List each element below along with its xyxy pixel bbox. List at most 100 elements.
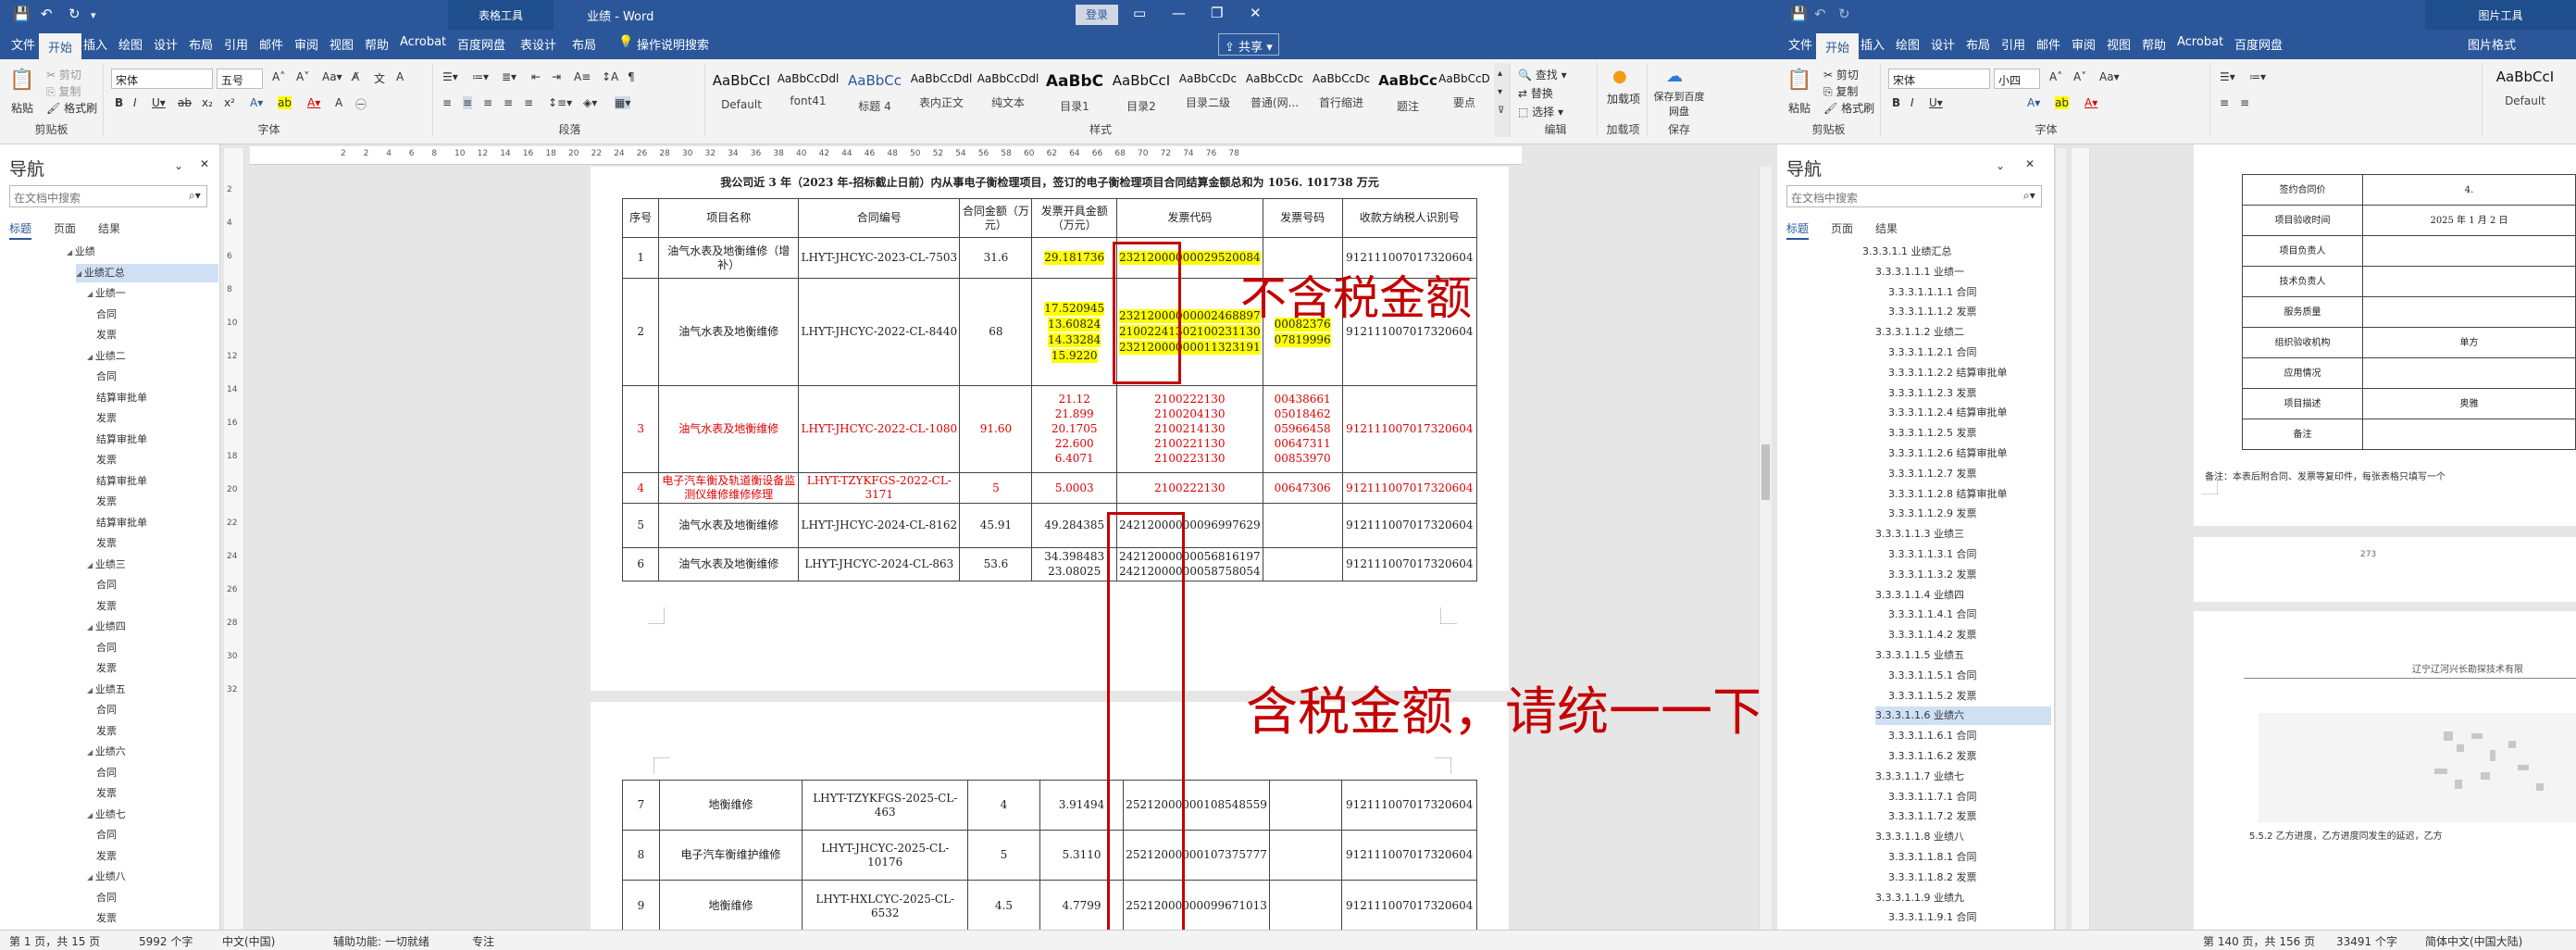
tab-references[interactable]: 引用 <box>2001 35 2025 53</box>
word-count[interactable]: 33491 个字 <box>2336 933 2397 949</box>
collapse-triangle-icon[interactable]: ◢ <box>87 873 95 881</box>
nav-tab-headings[interactable]: 标题 <box>9 220 32 240</box>
style-default[interactable]: AaBbCcI Default <box>2488 63 2562 119</box>
nav-item[interactable]: 3.3.3.1.1.1 业绩一 <box>1875 263 1964 281</box>
style-default[interactable]: AaBbCcI Default <box>709 67 774 122</box>
ribbon-display-icon[interactable]: ▭ <box>1133 5 1146 21</box>
nav-item[interactable]: 合同 <box>96 639 117 657</box>
tab-picture-format[interactable]: 图片格式 <box>2468 35 2516 53</box>
save-icon[interactable]: 💾 <box>13 6 31 22</box>
style-caption[interactable]: AaBbCc 题注 <box>1375 67 1440 122</box>
nav-item[interactable]: 合同 <box>96 576 117 594</box>
tab-insert[interactable]: 插入 <box>1860 35 1885 53</box>
search-icon[interactable]: ⌕▾ <box>2023 189 2035 203</box>
nav-item[interactable]: ◢ 业绩五 <box>87 681 126 699</box>
word-count[interactable]: 5992 个字 <box>139 933 193 949</box>
numbering-icon[interactable]: ≔▾ <box>2249 70 2266 83</box>
underline-icon[interactable]: U▾ <box>1929 96 1943 109</box>
tab-references[interactable]: 引用 <box>224 35 248 53</box>
style-toc1[interactable]: AaBbC 目录1 <box>1042 67 1107 122</box>
style-font41[interactable]: AaBbCcDdl font41 <box>776 67 840 122</box>
qat-more-icon[interactable]: ▾ <box>91 9 96 21</box>
language[interactable]: 简体中文(中国大陆) <box>2425 933 2522 949</box>
tab-draw[interactable]: 绘图 <box>1896 35 1920 53</box>
nav-item[interactable]: 发票 <box>96 722 117 741</box>
vertical-scrollbar[interactable] <box>1759 167 1772 930</box>
nav-item[interactable]: 3.3.3.1.1.6.1 合同 <box>1888 727 1976 745</box>
tab-baidu-netdisk[interactable]: 百度网盘 <box>2234 35 2283 53</box>
paste-button[interactable]: 粘贴 <box>11 100 33 116</box>
nav-item[interactable]: 3.3.3.1.1.2.3 发票 <box>1888 384 1976 403</box>
paste-icon[interactable]: 📋 <box>9 69 34 92</box>
nav-tab-pages[interactable]: 页面 <box>1831 220 1853 236</box>
nav-item[interactable]: 3.3.3.1.1.2.4 结算审批单 <box>1888 404 2007 422</box>
nav-item[interactable]: 合同 <box>96 368 117 386</box>
collapse-triangle-icon[interactable]: ◢ <box>87 353 95 361</box>
tab-baidu-netdisk[interactable]: 百度网盘 <box>457 35 505 53</box>
nav-item[interactable]: 3.3.3.1.1.2.8 结算审批单 <box>1888 485 2007 504</box>
nav-item[interactable]: 合同 <box>96 306 117 324</box>
collapse-triangle-icon[interactable]: ◢ <box>87 290 95 298</box>
font-color-icon[interactable]: A▾ <box>307 96 320 109</box>
strikethrough-icon[interactable]: ab <box>178 96 192 109</box>
nav-item[interactable]: 发票 <box>96 847 117 866</box>
nav-item[interactable]: 3.3.3.1.1.4.1 合同 <box>1888 606 1976 624</box>
nav-search-input[interactable]: 在文档中搜索 <box>1786 185 2042 207</box>
text-effects-icon[interactable]: A▾ <box>2027 96 2040 109</box>
bold-icon[interactable]: B <box>1892 96 1900 109</box>
tab-home[interactable]: 开始 <box>1816 33 1860 59</box>
grow-font-icon[interactable]: A˄ <box>2049 70 2062 83</box>
nav-tab-headings[interactable]: 标题 <box>1786 220 1810 240</box>
page-count[interactable]: 第 1 页，共 15 页 <box>9 933 100 949</box>
nav-item[interactable]: 发票 <box>96 659 117 678</box>
style-key-point[interactable]: AaBbCcD 要点 <box>1438 67 1490 122</box>
tab-help[interactable]: 帮助 <box>2142 35 2166 53</box>
superscript-icon[interactable]: x² <box>224 96 235 109</box>
nav-item[interactable]: 3.3.3.1.1.3.1 合同 <box>1888 545 1976 564</box>
style-normal-web[interactable]: AaBbCcDc 普通(网... <box>1242 67 1307 122</box>
nav-tab-results[interactable]: 结果 <box>98 220 120 236</box>
tab-design[interactable]: 设计 <box>1931 35 1955 53</box>
nav-item[interactable]: ◢ 业绩三 <box>87 556 126 574</box>
tab-acrobat[interactable]: Acrobat <box>2177 35 2223 49</box>
collapse-triangle-icon[interactable]: ◢ <box>67 248 75 256</box>
nav-item[interactable]: 3.3.3.1.1.2 业绩二 <box>1875 323 1964 342</box>
nav-options-icon[interactable]: ⌄ <box>174 159 183 172</box>
login-button[interactable]: 登录 <box>1076 5 1118 25</box>
nav-item[interactable]: ◢ 业绩二 <box>87 347 126 366</box>
nav-item[interactable]: 3.3.3.1.1.2.5 发票 <box>1888 424 1976 443</box>
nav-item[interactable]: 结算审批单 <box>96 389 147 407</box>
nav-item[interactable]: 3.3.3.1.1.5.2 发票 <box>1888 687 1976 706</box>
chevron-up-icon[interactable]: ▴ <box>1498 69 1502 79</box>
nav-item[interactable]: 3.3.3.1.1.9 业绩九 <box>1875 889 1964 907</box>
focus-mode[interactable]: 专注 <box>472 933 494 949</box>
paste-icon[interactable]: 📋 <box>1786 69 1811 92</box>
italic-icon[interactable]: I <box>133 96 137 109</box>
nav-item[interactable]: 3.3.3.1.1.9.1 合同 <box>1888 908 1976 927</box>
chinese-layout-icon[interactable]: A≡ <box>574 70 591 83</box>
nav-item[interactable]: 结算审批单 <box>96 472 147 491</box>
shrink-font-icon[interactable]: A˅ <box>2073 70 2086 83</box>
save-icon[interactable]: 💾 <box>1790 6 1808 22</box>
enclose-char-icon[interactable]: ㊀ <box>355 96 367 112</box>
paste-button[interactable]: 粘贴 <box>1788 100 1811 116</box>
nav-item[interactable]: 3.3.3.1.1.2.2 结算审批单 <box>1888 364 2007 382</box>
tab-mailings[interactable]: 邮件 <box>2036 35 2060 53</box>
change-case-icon[interactable]: Aa▾ <box>2099 70 2120 83</box>
nav-item[interactable]: 3.3.3.1.1.8.1 合同 <box>1888 848 1976 867</box>
clear-format-icon[interactable]: A̸ <box>352 70 359 83</box>
nav-scrollbar[interactable] <box>2055 148 2066 930</box>
grow-font-icon[interactable]: A˄ <box>272 70 285 83</box>
tab-design[interactable]: 设计 <box>154 35 178 53</box>
nav-item[interactable]: 3.3.3.1.1.4 业绩四 <box>1875 586 1964 605</box>
format-painter-button[interactable]: 🖌 格式刷 <box>1823 100 1874 116</box>
tab-layout[interactable]: 布局 <box>1966 35 1990 53</box>
shrink-font-icon[interactable]: A˅ <box>296 70 309 83</box>
format-painter-button[interactable]: 🖌 格式刷 <box>46 100 97 116</box>
accessibility-status[interactable]: 辅助功能: 一切就绪 <box>333 933 429 949</box>
borders-icon[interactable]: ▦▾ <box>615 96 631 109</box>
nav-close-icon[interactable]: ✕ <box>200 157 209 170</box>
nav-item[interactable]: 发票 <box>96 451 117 469</box>
find-button[interactable]: 🔍 查找 ▾ <box>1518 67 1567 82</box>
tab-file[interactable]: 文件 <box>11 35 35 53</box>
